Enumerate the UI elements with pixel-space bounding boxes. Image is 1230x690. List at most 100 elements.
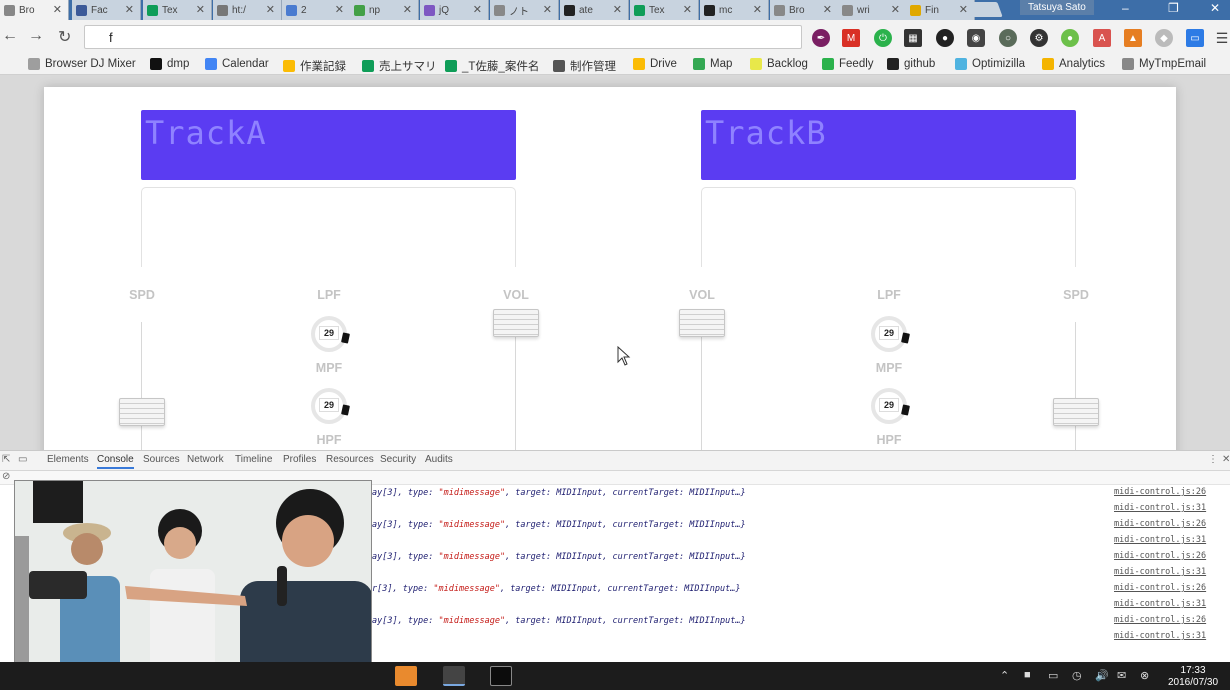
close-window-icon[interactable]: ✕	[1210, 1, 1220, 15]
device-mode-icon[interactable]: ▭	[18, 454, 27, 465]
tab-close-icon[interactable]: ✕	[613, 3, 622, 16]
devtools-tab[interactable]: Timeline	[235, 454, 272, 465]
deck-b-mpf-knob[interactable]: 29	[871, 388, 910, 424]
devtools-tab[interactable]: Network	[187, 454, 224, 465]
extension-mask-icon[interactable]: ◉	[967, 29, 985, 47]
deck-a-lpf-knob[interactable]: 29	[311, 316, 350, 352]
bookmark-item[interactable]: 売上サマリ	[362, 58, 437, 74]
bookmark-item[interactable]: Analytics	[1042, 58, 1105, 70]
tab-close-icon[interactable]: ✕	[683, 3, 692, 16]
devtools-tab[interactable]: Resources	[326, 454, 374, 465]
browser-tab[interactable]: mc ✕	[700, 0, 769, 20]
console-source-link[interactable]: midi-control.js:26	[1114, 615, 1206, 625]
gmail-icon[interactable]: M	[842, 29, 860, 47]
bookmark-item[interactable]: dmp	[150, 58, 189, 70]
tab-close-icon[interactable]: ✕	[196, 3, 205, 16]
tab-close-icon[interactable]: ✕	[473, 3, 482, 16]
devtools-close-icon[interactable]: ✕	[1222, 454, 1230, 465]
bookmark-item[interactable]: Map	[693, 58, 732, 70]
browser-tab[interactable]: jQ ✕	[420, 0, 489, 20]
bookmark-item[interactable]: Drive	[633, 58, 677, 70]
browser-tab[interactable]: Bro ✕	[770, 0, 839, 20]
battery-icon[interactable]: ▭	[1048, 669, 1058, 682]
tab-close-icon[interactable]: ✕	[403, 3, 412, 16]
bookmark-item[interactable]: Optimizilla	[955, 58, 1025, 70]
extension-cast-icon[interactable]: ▭	[1186, 29, 1204, 47]
notification-icon[interactable]: ✉	[1117, 669, 1126, 682]
extension-leaf-icon[interactable]: ●	[1061, 29, 1079, 47]
minimize-icon[interactable]: –	[1122, 1, 1129, 15]
bookmark-item[interactable]: Backlog	[750, 58, 808, 70]
extension-globe-icon[interactable]: ○	[999, 29, 1017, 47]
terminal-taskbar-icon[interactable]	[490, 666, 512, 686]
browser-tab[interactable]: Bro ✕	[0, 0, 69, 20]
deck-a-spd-fader[interactable]	[119, 398, 165, 426]
browser-tab[interactable]: wri ✕	[838, 0, 907, 20]
deck-a-vol-fader[interactable]	[493, 309, 539, 337]
restore-icon[interactable]: ❐	[1168, 1, 1179, 15]
profile-button[interactable]: Tatsuya Sato	[1020, 0, 1094, 15]
extension-qr-icon[interactable]: ▦	[904, 29, 922, 47]
devtools-menu-icon[interactable]: ⋮	[1208, 454, 1218, 465]
volume-icon[interactable]: 🔊	[1095, 669, 1109, 682]
devtools-tab[interactable]: Elements	[47, 454, 89, 465]
devtools-tab[interactable]: Console	[97, 454, 134, 469]
tab-close-icon[interactable]: ✕	[543, 3, 552, 16]
browser-tab[interactable]: ate ✕	[560, 0, 629, 20]
tab-close-icon[interactable]: ✕	[125, 3, 134, 16]
tray-app-icon[interactable]: ■	[1024, 669, 1031, 681]
console-source-link[interactable]: midi-control.js:31	[1114, 631, 1206, 641]
console-source-link[interactable]: midi-control.js:26	[1114, 583, 1206, 593]
browser-tab[interactable]: ht:/ ✕	[213, 0, 282, 20]
browser-tab[interactable]: 2 ✕	[282, 0, 351, 20]
browser-tab[interactable]: np ✕	[350, 0, 419, 20]
tab-close-icon[interactable]: ✕	[53, 3, 62, 16]
tab-close-icon[interactable]: ✕	[266, 3, 275, 16]
browser-tab[interactable]: ノト ✕	[490, 0, 559, 20]
console-source-link[interactable]: midi-control.js:31	[1114, 567, 1206, 577]
console-source-link[interactable]: midi-control.js:31	[1114, 599, 1206, 609]
bookmark-item[interactable]: Feedly	[822, 58, 874, 70]
clear-console-icon[interactable]: ⊘	[2, 471, 10, 482]
bookmark-item[interactable]: MyTmpEmail	[1122, 58, 1206, 70]
taskbar-clock[interactable]: 17:33 2016/07/30	[1168, 665, 1218, 689]
console-source-link[interactable]: midi-control.js:31	[1114, 503, 1206, 513]
tray-close-icon[interactable]: ⊗	[1140, 669, 1149, 682]
console-source-link[interactable]: midi-control.js:26	[1114, 519, 1206, 529]
devtools-tab[interactable]: Audits	[425, 454, 453, 465]
console-source-link[interactable]: midi-control.js:31	[1114, 535, 1206, 545]
deck-a-mpf-knob[interactable]: 29	[311, 388, 350, 424]
deck-b-spd-fader[interactable]	[1053, 398, 1099, 426]
extension-feather-icon[interactable]: ✒	[812, 29, 830, 47]
address-bar[interactable]	[84, 25, 802, 49]
inspect-icon[interactable]: ⇱	[2, 454, 10, 465]
bookmark-item[interactable]: 作業記録	[283, 58, 346, 74]
bookmark-item[interactable]: 制作管理	[553, 58, 616, 74]
browser-tab[interactable]: Tex ✕	[630, 0, 699, 20]
tab-close-icon[interactable]: ✕	[823, 3, 832, 16]
back-icon[interactable]: ←	[2, 27, 18, 45]
console-source-link[interactable]: midi-control.js:26	[1114, 487, 1206, 497]
tray-expand-icon[interactable]: ⌃	[1000, 669, 1009, 682]
devtools-tab[interactable]: Profiles	[283, 454, 316, 465]
tab-close-icon[interactable]: ✕	[753, 3, 762, 16]
analytics-icon[interactable]: ▲	[1124, 29, 1142, 47]
console-source-link[interactable]: midi-control.js:26	[1114, 551, 1206, 561]
wifi-icon[interactable]: ◷	[1072, 669, 1082, 682]
reload-icon[interactable]: ↻	[58, 27, 71, 47]
devtools-tab[interactable]: Security	[380, 454, 416, 465]
pdf-icon[interactable]: A	[1093, 29, 1111, 47]
bookmark-item[interactable]: github	[887, 58, 935, 70]
extension-circle-icon[interactable]: ●	[936, 29, 954, 47]
forward-icon[interactable]: →	[28, 27, 44, 45]
xampp-taskbar-icon[interactable]	[395, 666, 417, 686]
browser-tab[interactable]: Tex ✕	[143, 0, 212, 20]
bookmark-item[interactable]: Browser DJ Mixer	[28, 58, 136, 70]
bookmark-item[interactable]: Calendar	[205, 58, 269, 70]
browser-tab[interactable]: Fac ✕	[72, 0, 141, 20]
tab-close-icon[interactable]: ✕	[891, 3, 900, 16]
devtools-tab[interactable]: Sources	[143, 454, 180, 465]
tab-close-icon[interactable]: ✕	[335, 3, 344, 16]
deck-b-vol-fader[interactable]	[679, 309, 725, 337]
bookmark-item[interactable]: _T佐藤_案件名	[445, 58, 539, 74]
